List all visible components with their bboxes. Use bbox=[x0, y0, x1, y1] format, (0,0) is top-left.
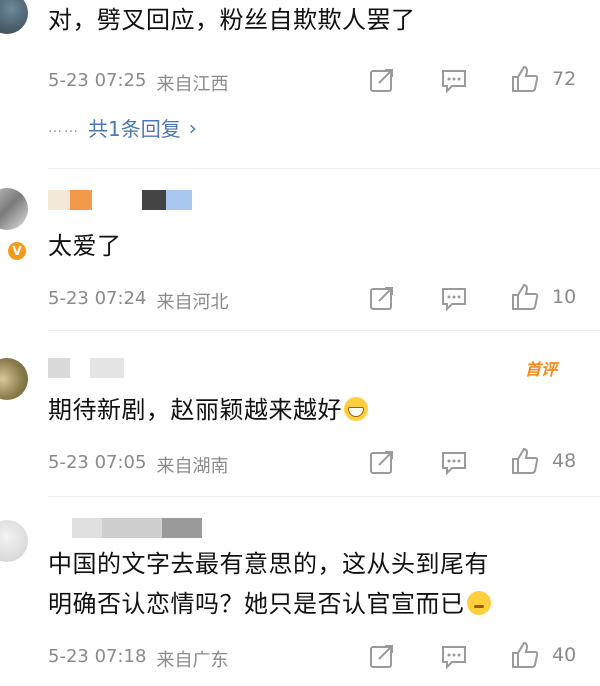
comment-location: 来自湖南 bbox=[156, 456, 229, 477]
divider bbox=[48, 496, 600, 497]
share-icon bbox=[368, 448, 396, 476]
comment-date: 5-23 07:18 bbox=[48, 646, 147, 667]
share-button[interactable] bbox=[368, 66, 396, 94]
like-count: 72 bbox=[552, 68, 577, 90]
share-button[interactable] bbox=[368, 642, 396, 670]
first-comment-badge: 首评 bbox=[525, 360, 558, 379]
comment-text-line: 明确否认恋情吗？她只是否认官宣而已 bbox=[48, 586, 491, 622]
share-icon bbox=[368, 642, 396, 670]
comment-text: 期待新剧，赵丽颖越来越好 bbox=[48, 392, 368, 428]
like-button[interactable]: 10 bbox=[510, 282, 576, 312]
comment-button[interactable] bbox=[440, 284, 468, 312]
divider bbox=[48, 168, 600, 169]
comment-date: 5-23 07:24 bbox=[48, 288, 147, 309]
avatar[interactable] bbox=[0, 520, 28, 562]
comment-meta: 5-23 07:25 来自江西 bbox=[48, 70, 228, 96]
comment-meta: 5-23 07:05 来自湖南 bbox=[48, 452, 228, 478]
comment-text-body: 明确否认恋情吗？她只是否认官宣而已 bbox=[48, 590, 465, 618]
comment-location: 来自江西 bbox=[156, 74, 229, 95]
like-button[interactable]: 72 bbox=[510, 64, 576, 94]
username-redacted[interactable] bbox=[72, 518, 202, 538]
like-button[interactable]: 48 bbox=[510, 446, 576, 476]
username-redacted[interactable] bbox=[48, 358, 124, 378]
comment-text: 太爱了 bbox=[48, 232, 122, 260]
avatar[interactable] bbox=[0, 0, 28, 34]
view-replies-link[interactable]: …… 共1条回复 › bbox=[48, 113, 197, 142]
comment-meta: 5-23 07:18 来自广东 bbox=[48, 646, 228, 672]
comment-meta: 5-23 07:24 来自河北 bbox=[48, 288, 228, 314]
avatar[interactable] bbox=[0, 358, 28, 400]
comment-button[interactable] bbox=[440, 448, 468, 476]
share-icon bbox=[368, 66, 396, 94]
dots-icon: …… bbox=[48, 119, 80, 136]
comment-button[interactable] bbox=[440, 642, 468, 670]
comment-location: 来自河北 bbox=[156, 292, 229, 313]
comment-icon bbox=[440, 284, 468, 312]
comment-date: 5-23 07:25 bbox=[48, 70, 147, 91]
like-count: 10 bbox=[552, 286, 577, 308]
comment-button[interactable] bbox=[440, 66, 468, 94]
thinking-face-icon bbox=[466, 591, 491, 615]
username-redacted[interactable] bbox=[48, 190, 192, 210]
like-button[interactable]: 40 bbox=[510, 640, 576, 670]
comment-text-body: 期待新剧，赵丽颖越来越好 bbox=[48, 396, 342, 424]
share-icon bbox=[368, 284, 396, 312]
thumbs-up-icon bbox=[510, 446, 540, 476]
comment-icon bbox=[440, 66, 468, 94]
comment-date: 5-23 07:05 bbox=[48, 452, 147, 473]
grinning-face-icon bbox=[344, 397, 368, 421]
comment-text: 对，劈叉回应，粉丝自欺欺人罢了 bbox=[48, 6, 416, 34]
chevron-right-icon: › bbox=[188, 115, 197, 140]
verified-badge-icon: V bbox=[6, 240, 28, 262]
comment-text-line: 中国的文字去最有意思的，这从头到尾有 bbox=[48, 550, 489, 578]
divider bbox=[48, 330, 600, 331]
comment-icon bbox=[440, 642, 468, 670]
avatar[interactable] bbox=[0, 188, 28, 230]
share-button[interactable] bbox=[368, 284, 396, 312]
like-count: 48 bbox=[552, 450, 577, 472]
like-count: 40 bbox=[552, 644, 577, 666]
thumbs-up-icon bbox=[510, 64, 540, 94]
thumbs-up-icon bbox=[510, 282, 540, 312]
thumbs-up-icon bbox=[510, 640, 540, 670]
reply-count-label: 共1条回复 bbox=[88, 117, 181, 141]
comment-icon bbox=[440, 448, 468, 476]
share-button[interactable] bbox=[368, 448, 396, 476]
comment-location: 来自广东 bbox=[156, 650, 229, 671]
